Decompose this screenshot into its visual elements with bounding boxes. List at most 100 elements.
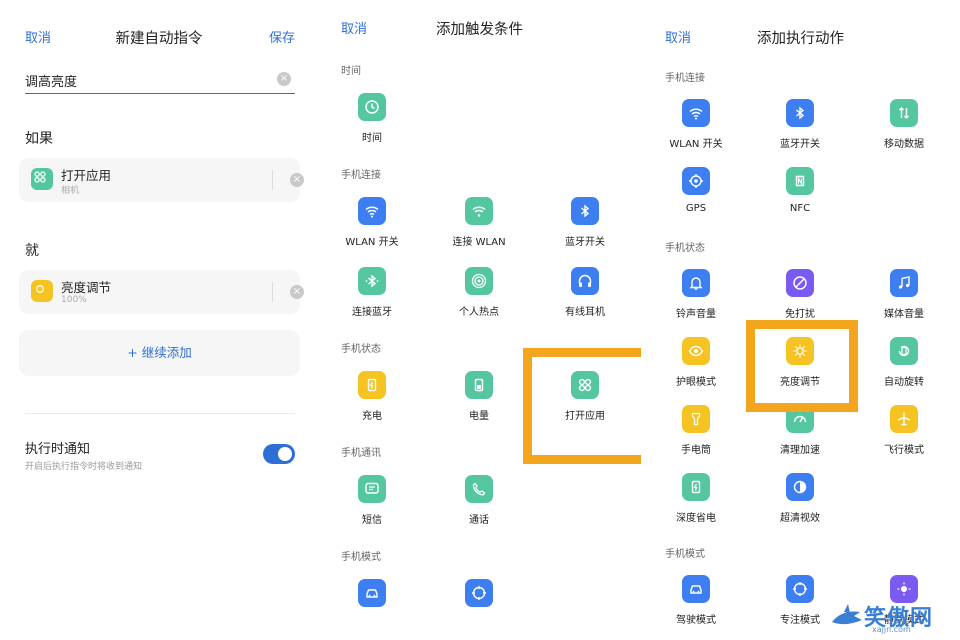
tile-wifi[interactable]: WLAN 开关 <box>327 197 417 257</box>
group-title: 时间 <box>341 66 361 77</box>
tile-label: 短信 <box>362 515 382 526</box>
sms-icon <box>358 475 386 503</box>
shark-logo-icon <box>832 604 862 625</box>
tile-speed[interactable]: 清理加速 <box>755 405 845 465</box>
tile-phone[interactable]: 通话 <box>434 475 524 535</box>
panel2-header: 取消 添加触发条件 <box>318 18 641 38</box>
tile-label: 手电筒 <box>681 445 711 456</box>
divider <box>272 282 273 302</box>
clear-icon[interactable]: × <box>277 72 291 86</box>
tile-label: WLAN 开关 <box>345 237 399 248</box>
notify-description: 开启后执行指令时将收到通知 <box>25 462 143 472</box>
remove-trigger-icon[interactable]: × <box>290 173 304 187</box>
tile-contrast[interactable]: 超清视效 <box>755 473 845 533</box>
car-icon <box>682 575 710 603</box>
tile-eye[interactable]: 护眼模式 <box>651 337 741 397</box>
tile-label: 通话 <box>469 515 489 526</box>
airplane-icon <box>890 405 918 433</box>
watermark: 笑傲网 xajjn.com <box>830 600 950 636</box>
remove-action-icon[interactable]: × <box>290 285 304 299</box>
tile-power-save[interactable]: 深度省电 <box>651 473 741 533</box>
tile-label: 充电 <box>362 411 382 422</box>
tile-label: 超清视效 <box>780 513 820 524</box>
tile-mobile-data[interactable]: 移动数据 <box>859 99 949 159</box>
shortcut-name-value: 调高亮度 <box>25 75 78 90</box>
hotspot-icon <box>465 267 493 295</box>
tile-label: 免打扰 <box>785 309 815 320</box>
action-card-subtitle: 100% <box>61 295 87 305</box>
wifi-icon <box>358 197 386 225</box>
tile-gps[interactable]: GPS <box>651 167 741 227</box>
divider <box>25 413 295 414</box>
action-card[interactable]: 亮度调节 100% × <box>19 270 304 314</box>
tile-bluetooth[interactable]: 蓝牙开关 <box>755 99 845 159</box>
panel3-header: 取消 添加执行动作 <box>641 27 960 47</box>
group-title: 手机通讯 <box>341 448 381 459</box>
tile-label: 铃声音量 <box>676 309 716 320</box>
trigger-card-subtitle: 相机 <box>61 186 80 196</box>
tile-label: 电量 <box>469 411 489 422</box>
highlight-box <box>523 348 641 464</box>
group-title: 手机连接 <box>341 170 381 181</box>
trigger-card[interactable]: 打开应用 相机 × <box>19 158 304 202</box>
tile-wifi[interactable]: WLAN 开关 <box>651 99 741 159</box>
shortcut-name-input[interactable]: 调高亮度 × <box>25 66 295 94</box>
notify-toggle[interactable] <box>263 444 295 464</box>
new-shortcut-panel: 取消 新建自动指令 保存 调高亮度 × 如果 打开应用 相机 × 就 亮度调节 … <box>0 0 318 640</box>
brightness-icon <box>31 280 53 302</box>
tile-nfc[interactable]: NFC <box>755 167 845 227</box>
night-icon <box>890 575 918 603</box>
cancel-button[interactable]: 取消 <box>665 27 691 46</box>
bluetooth-connect-icon <box>358 267 386 295</box>
tile-car[interactable] <box>327 579 417 639</box>
battery-icon <box>465 371 493 399</box>
add-more-button[interactable]: + 继续添加 <box>19 330 300 376</box>
group-title: 手机状态 <box>341 344 381 355</box>
save-button[interactable]: 保存 <box>269 27 295 46</box>
nfc-icon <box>786 167 814 195</box>
tile-bell[interactable]: 铃声音量 <box>651 269 741 329</box>
cancel-button[interactable]: 取消 <box>341 18 367 37</box>
watermark-domain: xajjn.com <box>872 625 911 634</box>
tile-airplane[interactable]: 飞行模式 <box>859 405 949 465</box>
tile-label: 深度省电 <box>676 513 716 524</box>
tile-rotate[interactable]: 自动旋转 <box>859 337 949 397</box>
tile-charging[interactable]: 充电 <box>327 371 417 431</box>
notify-title: 执行时通知 <box>25 442 91 457</box>
if-section-title: 如果 <box>25 131 53 147</box>
then-section-title: 就 <box>25 243 39 259</box>
tile-label: 个人热点 <box>459 307 499 318</box>
phone-icon <box>465 475 493 503</box>
tile-clock[interactable]: 时间 <box>327 93 417 153</box>
tile-label: 连接 WLAN <box>452 237 506 248</box>
tile-car[interactable]: 驾驶模式 <box>651 575 741 635</box>
focus-icon <box>786 575 814 603</box>
panel1-header: 取消 新建自动指令 保存 <box>0 27 318 47</box>
tile-flashlight[interactable]: 手电筒 <box>651 405 741 465</box>
focus-icon <box>465 579 493 607</box>
tile-music[interactable]: 媒体音量 <box>859 269 949 329</box>
tile-label: 驾驶模式 <box>676 615 716 626</box>
wifi-connect-icon <box>465 197 493 225</box>
group-title: 手机状态 <box>665 243 705 254</box>
tile-bluetooth[interactable]: 蓝牙开关 <box>540 197 630 257</box>
flashlight-icon <box>682 405 710 433</box>
tile-hotspot[interactable]: 个人热点 <box>434 267 524 327</box>
mobile-data-icon <box>890 99 918 127</box>
tile-headphone[interactable]: 有线耳机 <box>540 267 630 327</box>
tile-label: 飞行模式 <box>884 445 924 456</box>
tile-bluetooth-connect[interactable]: 连接蓝牙 <box>327 267 417 327</box>
tile-sms[interactable]: 短信 <box>327 475 417 535</box>
tile-focus[interactable] <box>434 579 524 639</box>
tile-label: 蓝牙开关 <box>565 237 605 248</box>
power-save-icon <box>682 473 710 501</box>
tile-wifi-connect[interactable]: 连接 WLAN <box>434 197 524 257</box>
group-title: 手机模式 <box>665 549 705 560</box>
tile-label: GPS <box>685 203 707 214</box>
do-not-disturb-icon <box>786 269 814 297</box>
tile-label: NFC <box>789 203 811 214</box>
highlight-box <box>746 320 858 412</box>
tile-label: 连接蓝牙 <box>352 307 392 318</box>
tile-battery[interactable]: 电量 <box>434 371 524 431</box>
bell-icon <box>682 269 710 297</box>
